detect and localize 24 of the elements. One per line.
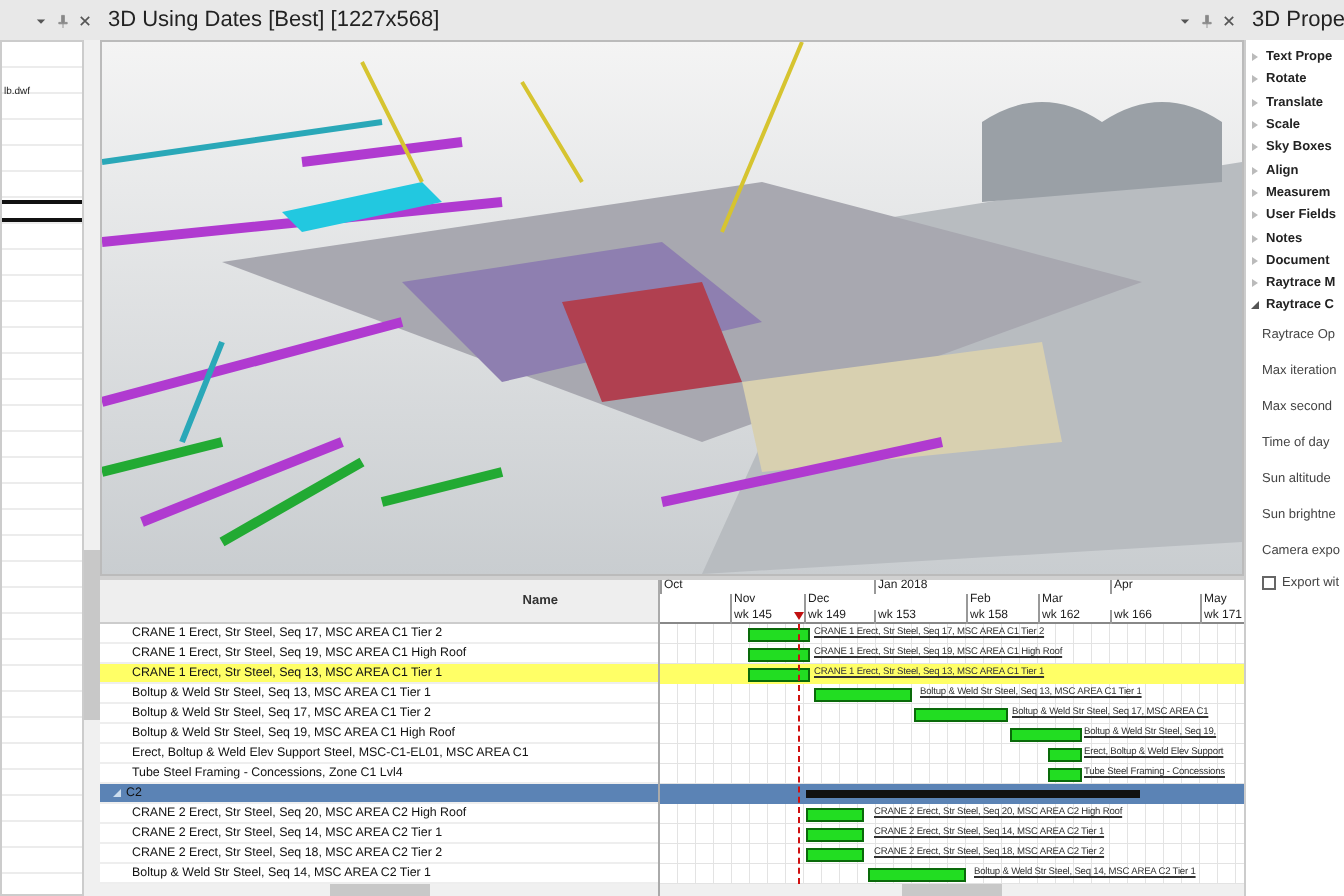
scrollbar[interactable] bbox=[84, 40, 100, 896]
task-bar[interactable] bbox=[868, 867, 966, 881]
pin-icon[interactable] bbox=[1200, 13, 1214, 27]
task-bar[interactable] bbox=[914, 707, 1008, 721]
pin-icon[interactable] bbox=[56, 13, 70, 27]
task-bar[interactable] bbox=[806, 827, 864, 841]
task-bar[interactable] bbox=[1010, 727, 1082, 741]
horizontal-scrollbar[interactable] bbox=[660, 884, 1244, 896]
collapse-arrow-icon[interactable] bbox=[1250, 300, 1260, 311]
window-title: 3D Using Dates [Best] [1227x568] bbox=[108, 8, 440, 32]
task-bar[interactable] bbox=[1048, 767, 1082, 781]
close-icon[interactable] bbox=[1222, 13, 1236, 27]
checkbox[interactable] bbox=[1262, 576, 1276, 591]
task-bar[interactable] bbox=[806, 807, 864, 821]
task-bar[interactable] bbox=[814, 687, 912, 701]
task-bar[interactable] bbox=[748, 667, 810, 681]
task-bar[interactable] bbox=[748, 627, 810, 641]
task-bar[interactable] bbox=[806, 847, 864, 861]
task-bar[interactable] bbox=[748, 647, 810, 661]
task-bar[interactable] bbox=[1048, 747, 1082, 761]
close-icon[interactable] bbox=[78, 13, 92, 27]
horizontal-scrollbar[interactable] bbox=[100, 884, 658, 896]
today-marker-icon bbox=[794, 610, 804, 622]
panel-title: 3D Prope bbox=[1252, 8, 1344, 32]
